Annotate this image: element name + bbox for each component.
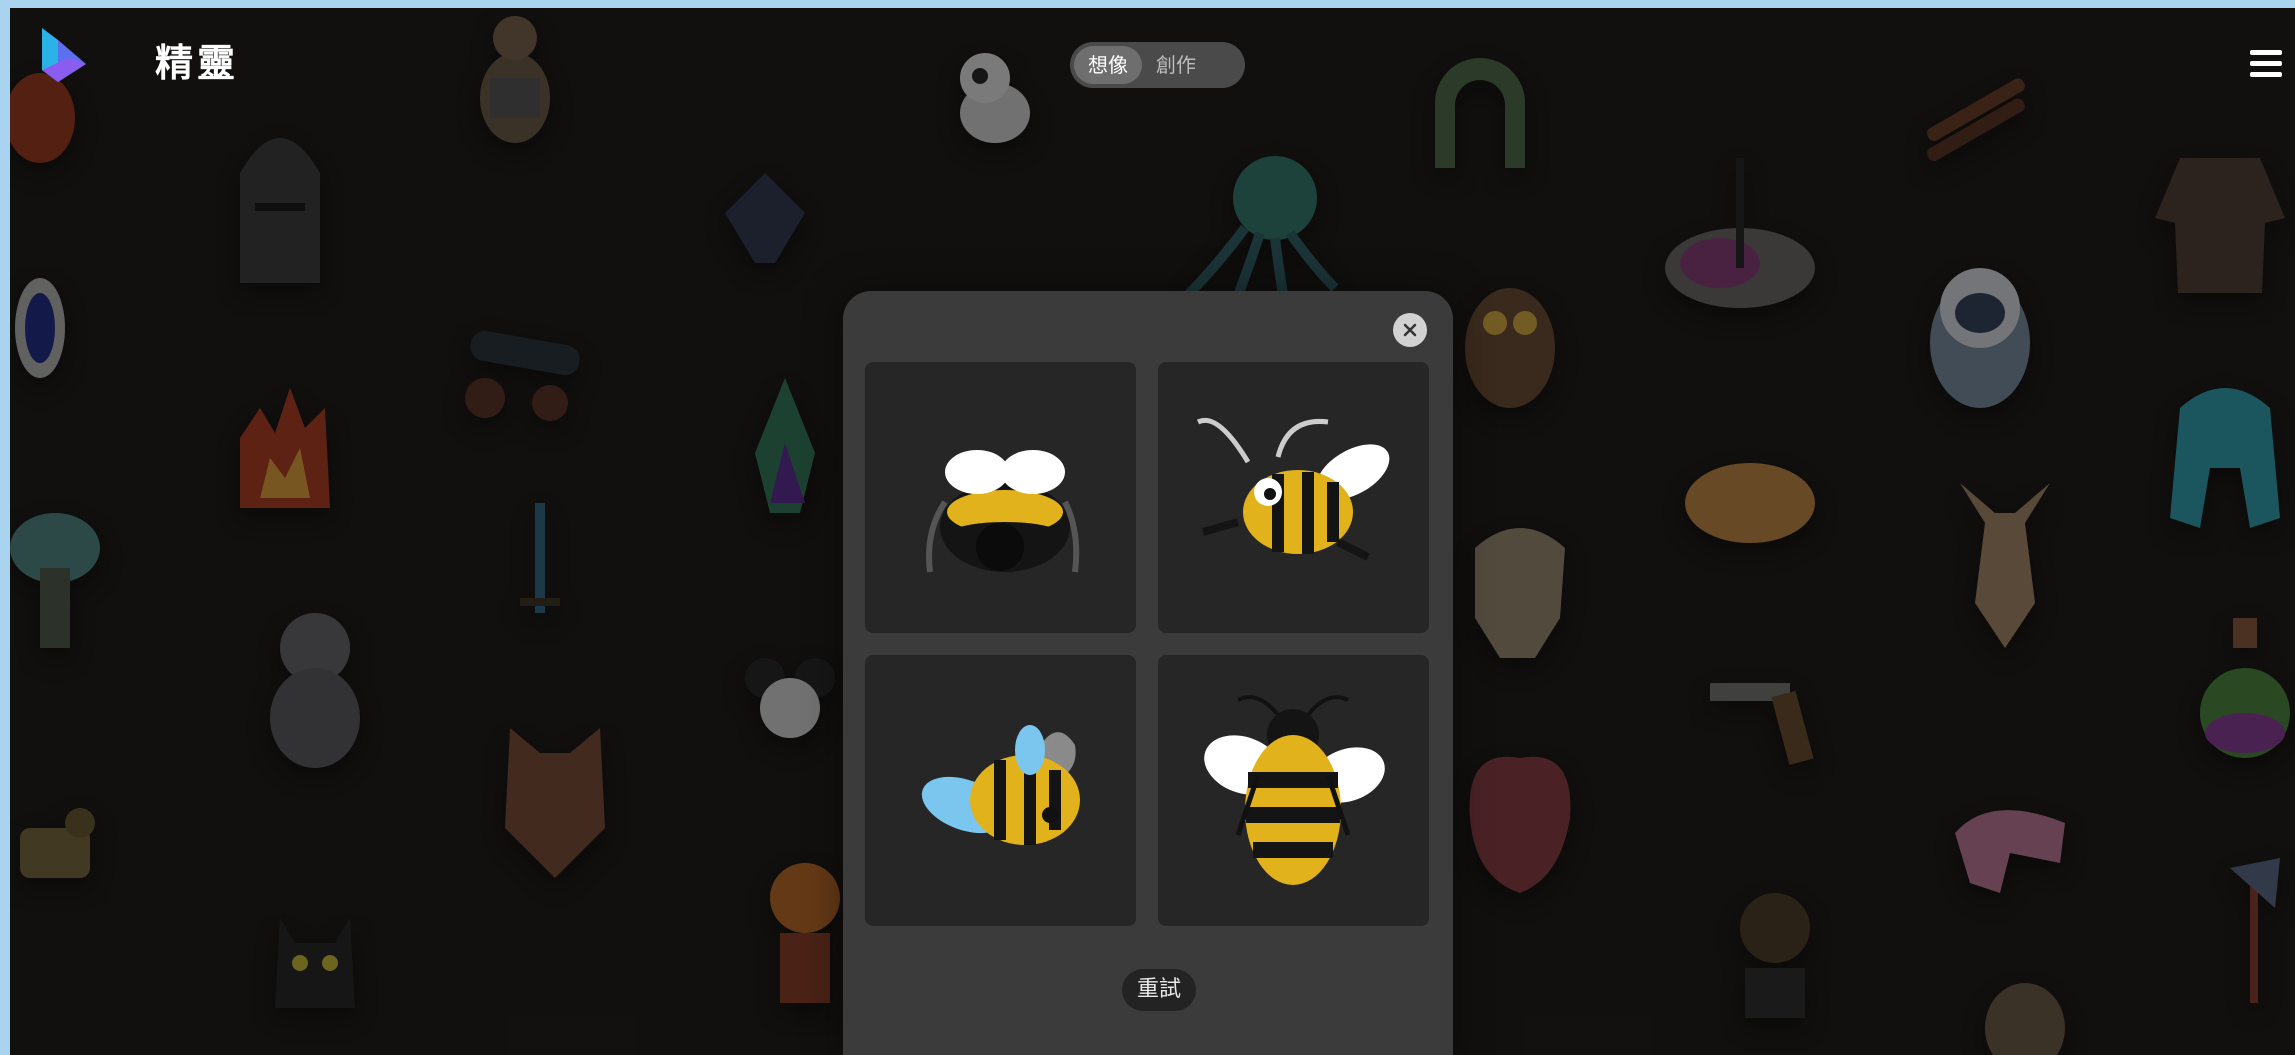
bee-hat-icon: [926, 450, 1080, 573]
app-title: 精靈: [155, 41, 240, 85]
result-card-2[interactable]: [1158, 362, 1429, 633]
mode-imagine-button[interactable]: 想像: [1074, 46, 1142, 84]
mode-toggle: 想像 創作: [1070, 42, 1245, 88]
plush-bee-icon: [921, 725, 1080, 845]
mode-create-button[interactable]: 創作: [1142, 46, 1210, 84]
app-logo-icon: [42, 28, 86, 82]
result-card-3[interactable]: [865, 655, 1136, 926]
results-modal: 重試: [843, 291, 1453, 1055]
result-card-1[interactable]: [865, 362, 1136, 633]
hamburger-menu-icon[interactable]: [2250, 50, 2282, 78]
gallery-viewport: 精靈 想像 創作 重試: [10, 8, 2295, 1055]
realistic-bee-icon: [1204, 695, 1385, 885]
cartoon-bee-icon: [1196, 418, 1390, 561]
result-card-4[interactable]: [1158, 655, 1429, 926]
close-icon[interactable]: [1393, 313, 1427, 347]
retry-button[interactable]: 重試: [1122, 969, 1196, 1011]
